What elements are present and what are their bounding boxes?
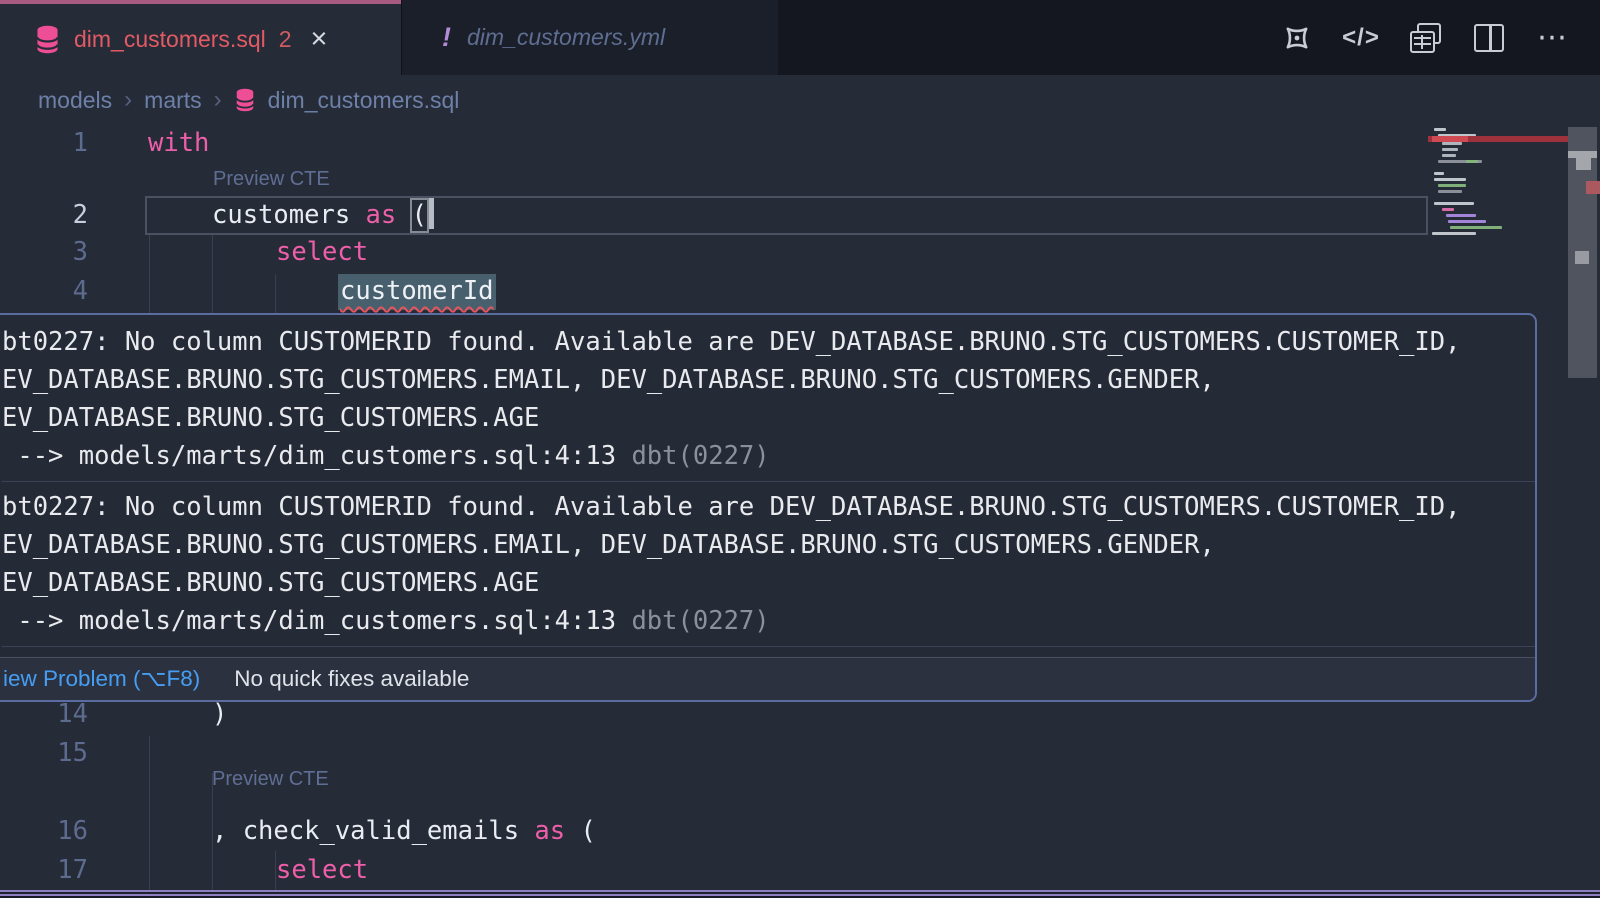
line-number: 15 xyxy=(0,734,88,773)
line-number: 16 xyxy=(0,812,88,851)
code-line-16: 16 , check_valid_emails as ( xyxy=(0,812,1600,851)
code-lens-preview-cte[interactable]: Preview CTE xyxy=(212,768,329,791)
sql-keyword: select xyxy=(276,855,368,885)
code-line-2: 2 customers as ( xyxy=(0,196,1600,235)
editor-actions: </> ⋯ xyxy=(1280,0,1600,75)
code-line-1: 1 with xyxy=(0,124,1600,163)
view-problem-link[interactable]: iew Problem (⌥F8) xyxy=(3,666,200,692)
hover-body: bt0227: No column CUSTOMERID found. Avai… xyxy=(0,315,1535,659)
hover-status-bar: iew Problem (⌥F8) No quick fixes availab… xyxy=(0,657,1535,700)
error-hover-popup[interactable]: bt0227: No column CUSTOMERID found. Avai… xyxy=(0,313,1537,702)
error-message-line: bt0227: No column CUSTOMERID found. Avai… xyxy=(2,488,1535,526)
sql-keyword: as xyxy=(366,200,412,230)
matched-bracket: ( xyxy=(410,198,429,233)
error-message-line: EV_DATABASE.BRUNO.STG_CUSTOMERS.EMAIL, D… xyxy=(2,361,1535,399)
line-number: 1 xyxy=(0,124,88,163)
sql-keyword: as xyxy=(534,816,565,846)
error-message-line: bt0227: No column CUSTOMERID found. Avai… xyxy=(2,323,1535,361)
overview-ruler-cursor-mark xyxy=(1576,158,1591,170)
query-results-icon[interactable] xyxy=(1408,21,1442,55)
minimap-error-line-highlight xyxy=(1432,136,1468,142)
text-cursor xyxy=(429,198,434,229)
overview-ruler-cursor-mark xyxy=(1568,151,1597,158)
error-block-1: bt0227: No column CUSTOMERID found. Avai… xyxy=(2,323,1535,475)
breadcrumb: models › marts › dim_customers.sql xyxy=(0,75,1600,125)
line-number: 17 xyxy=(0,851,88,890)
error-source-code: dbt(0227) xyxy=(631,606,769,636)
code-line-4: 4 customerId xyxy=(0,272,1600,311)
tab-dim-customers-yml[interactable]: ! dim_customers.yml xyxy=(401,0,778,75)
hover-divider xyxy=(2,646,1535,647)
editor-tab-bar: dim_customers.sql 2 × ! dim_customers.ym… xyxy=(0,0,1600,75)
overview-ruler-mark xyxy=(1575,251,1589,264)
sql-keyword: select xyxy=(276,237,368,267)
error-message-line: EV_DATABASE.BRUNO.STG_CUSTOMERS.AGE xyxy=(2,399,1535,437)
quick-fix-message: No quick fixes available xyxy=(234,666,469,692)
code-line-3: 3 select xyxy=(0,233,1600,272)
open-paren: ( xyxy=(565,816,596,846)
error-mark-icon: ! xyxy=(442,22,451,53)
window-bottom-border xyxy=(0,890,1600,898)
breadcrumb-item-file[interactable]: dim_customers.sql xyxy=(268,87,460,114)
split-editor-icon[interactable] xyxy=(1472,21,1506,55)
error-token-customerid[interactable]: customerId xyxy=(338,274,496,310)
tab-dim-customers-sql[interactable]: dim_customers.sql 2 × xyxy=(0,0,401,75)
error-location-line: --> models/marts/dim_customers.sql:4:13 … xyxy=(2,602,1535,640)
breadcrumb-item-marts[interactable]: marts xyxy=(144,87,202,114)
error-location-line: --> models/marts/dim_customers.sql:4:13 … xyxy=(2,437,1535,475)
hover-divider xyxy=(2,481,1535,482)
database-icon xyxy=(34,25,61,54)
line-number: 4 xyxy=(0,272,88,311)
close-icon[interactable]: × xyxy=(311,25,328,54)
line-number: 3 xyxy=(0,233,88,272)
error-source-code: dbt(0227) xyxy=(631,441,769,471)
database-icon xyxy=(234,88,256,112)
tab-title: dim_customers.sql xyxy=(74,26,266,53)
code-lens-preview-cte[interactable]: Preview CTE xyxy=(213,168,330,191)
vscode-window: dim_customers.sql 2 × ! dim_customers.ym… xyxy=(0,0,1600,898)
chevron-right-icon: › xyxy=(214,86,222,114)
minimap[interactable] xyxy=(1430,128,1545,240)
error-message-line: EV_DATABASE.BRUNO.STG_CUSTOMERS.AGE xyxy=(2,564,1535,602)
code-line-17: 17 select xyxy=(0,851,1600,890)
error-block-2: bt0227: No column CUSTOMERID found. Avai… xyxy=(2,488,1535,640)
error-message-line: EV_DATABASE.BRUNO.STG_CUSTOMERS.EMAIL, D… xyxy=(2,526,1535,564)
cte-name: , check_valid_emails xyxy=(212,816,534,846)
cte-name: customers xyxy=(212,200,366,230)
tab-title: dim_customers.yml xyxy=(467,24,665,51)
breadcrumb-item-models[interactable]: models xyxy=(38,87,112,114)
tab-problem-count-badge: 2 xyxy=(279,26,292,53)
more-actions-icon[interactable]: ⋯ xyxy=(1536,21,1570,55)
sql-keyword: with xyxy=(148,128,209,158)
compile-sql-icon[interactable]: </> xyxy=(1344,21,1378,55)
dbt-icon[interactable] xyxy=(1280,21,1314,55)
line-number: 2 xyxy=(0,196,88,235)
overview-ruler-error-mark xyxy=(1586,181,1600,194)
chevron-right-icon: › xyxy=(124,86,132,114)
